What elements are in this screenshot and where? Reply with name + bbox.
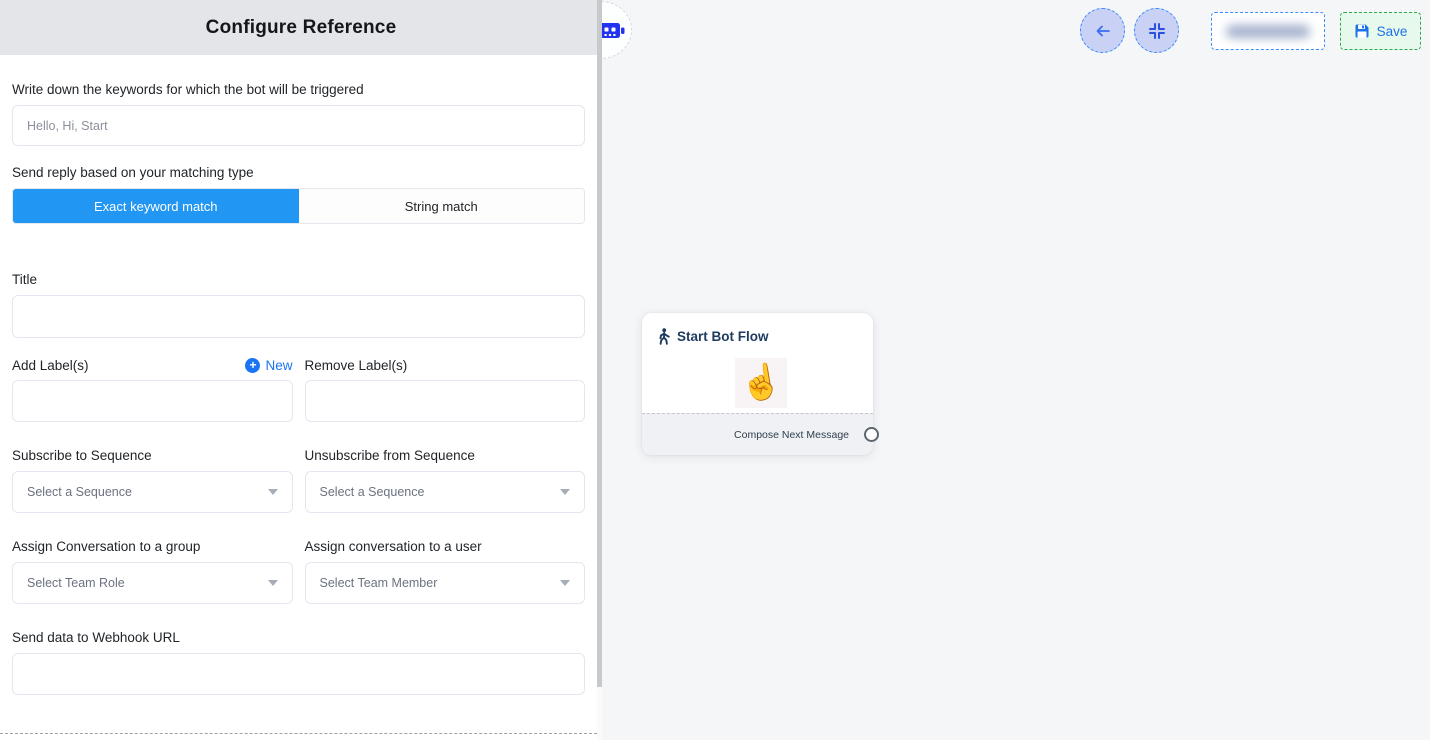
unsubscribe-sequence-label: Unsubscribe from Sequence <box>305 448 586 463</box>
save-button-label: Save <box>1377 24 1408 39</box>
node-footer: Compose Next Message <box>642 413 873 455</box>
assign-user-select[interactable]: Select Team Member <box>305 562 586 604</box>
back-button[interactable] <box>1080 8 1125 53</box>
panel-bottom-divider <box>0 733 597 734</box>
keywords-input[interactable] <box>12 105 585 146</box>
assign-group-label: Assign Conversation to a group <box>12 539 293 554</box>
subscribe-sequence-value: Select a Sequence <box>27 485 132 499</box>
subscribe-sequence-select[interactable]: Select a Sequence <box>12 471 293 513</box>
title-label: Title <box>12 272 585 287</box>
matching-type-label: Send reply based on your matching type <box>12 165 585 180</box>
toggle-exact-keyword-match[interactable]: Exact keyword match <box>13 189 299 223</box>
unsubscribe-sequence-select[interactable]: Select a Sequence <box>305 471 586 513</box>
arrow-left-icon <box>1092 20 1114 42</box>
caret-down-icon <box>560 580 570 586</box>
compress-arrows-icon <box>1148 22 1166 40</box>
assign-user-value: Select Team Member <box>320 576 438 590</box>
robot-icon <box>599 17 625 43</box>
subscribe-sequence-label: Subscribe to Sequence <box>12 448 293 463</box>
cursor-overlay: ☝ <box>735 358 787 408</box>
panel-title: Configure Reference <box>206 17 397 39</box>
add-labels-input[interactable] <box>12 380 293 422</box>
assign-group-select[interactable]: Select Team Role <box>12 562 293 604</box>
add-labels-label: Add Label(s) <box>12 358 89 373</box>
compose-next-message-label: Compose Next Message <box>734 429 849 441</box>
assign-user-label: Assign conversation to a user <box>305 539 586 554</box>
webhook-url-input[interactable] <box>12 653 585 695</box>
blurred-action-button[interactable] <box>1211 12 1325 50</box>
node-title: Start Bot Flow <box>677 329 769 344</box>
webhook-url-label: Send data to Webhook URL <box>12 630 585 645</box>
plus-icon: + <box>245 358 260 373</box>
toggle-string-match[interactable]: String match <box>299 189 585 223</box>
panel-header: Configure Reference <box>0 0 602 55</box>
keywords-label: Write down the keywords for which the bo… <box>12 82 585 97</box>
blurred-label <box>1226 25 1310 38</box>
save-button[interactable]: Save <box>1340 12 1421 50</box>
caret-down-icon <box>268 580 278 586</box>
floppy-save-icon <box>1354 23 1370 39</box>
compress-view-button[interactable] <box>1134 8 1179 53</box>
node-header: Start Bot Flow <box>642 313 873 345</box>
panel-scrollbar-track[interactable] <box>597 0 602 740</box>
caret-down-icon <box>560 489 570 495</box>
hand-pointer-icon: ☝ <box>738 363 785 403</box>
flow-canvas[interactable]: Save Start Bot Flow ☝ Compose Next Messa… <box>602 0 1430 740</box>
matching-type-toggle: Exact keyword match String match <box>12 188 585 224</box>
configure-reference-panel: Configure Reference Write down the keywo… <box>0 0 602 740</box>
start-bot-flow-node[interactable]: Start Bot Flow ☝ Compose Next Message <box>642 313 873 455</box>
new-label-button[interactable]: + New <box>245 358 292 373</box>
remove-labels-input[interactable] <box>305 380 586 422</box>
new-label-text: New <box>265 358 292 373</box>
connection-handle[interactable] <box>864 427 879 442</box>
walking-person-icon <box>656 328 671 345</box>
panel-scrollbar-thumb[interactable] <box>597 0 602 687</box>
remove-labels-label: Remove Label(s) <box>305 358 408 373</box>
panel-body: Write down the keywords for which the bo… <box>0 82 602 695</box>
caret-down-icon <box>268 489 278 495</box>
assign-group-value: Select Team Role <box>27 576 125 590</box>
unsubscribe-sequence-value: Select a Sequence <box>320 485 425 499</box>
title-input[interactable] <box>12 295 585 338</box>
